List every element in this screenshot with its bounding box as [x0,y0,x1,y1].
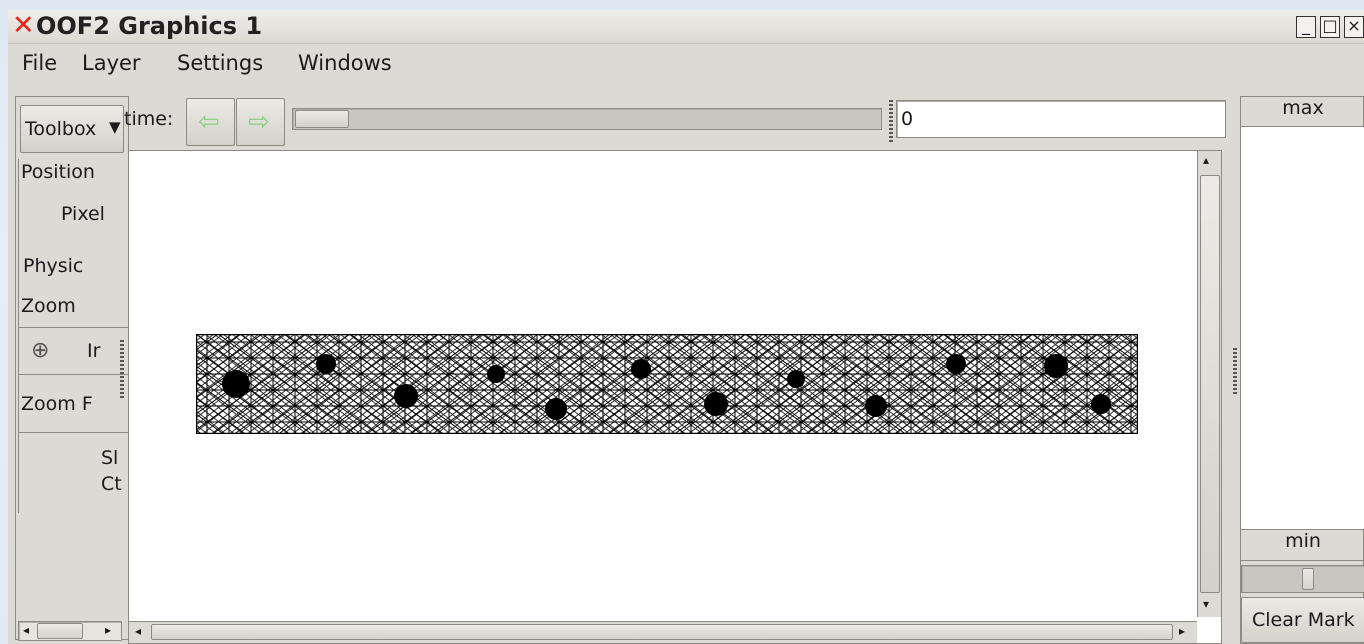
dense-region [316,354,336,374]
canvas-vscrollbar[interactable]: ▴ ▾ [1197,151,1221,617]
time-slider-thumb[interactable] [295,110,349,128]
scroll-up-icon[interactable]: ▴ [1203,153,1209,167]
zoom-group-label: Zoom [21,295,76,317]
mesh-fine [196,334,1138,434]
ctrl-label: Ct [101,473,122,495]
contour-max-label: max [1282,97,1324,119]
dense-region [1091,394,1111,414]
graphics-canvas[interactable]: ▴ ▾ ◂ ▸ [128,150,1222,644]
dense-region [631,359,651,379]
menu-bar: File Layer Settings Windows [8,45,1364,85]
mesh-plot [196,334,1138,434]
time-value-field[interactable]: 0 [896,100,1226,138]
position-group: Position Pixel Physic [18,159,128,299]
app-close-x-icon: ✕ [12,10,35,41]
shift-label: Sl [101,447,119,469]
dense-region [222,370,250,398]
contour-colorbar [1241,127,1364,529]
contour-min-label: min [1285,530,1321,552]
contour-slider-thumb[interactable] [1302,568,1314,590]
time-back-button[interactable]: ⇦ [186,98,235,146]
zoom-group: Zoom ⊕ Ir Zoom F Sl Ct [18,293,129,513]
title-bar[interactable]: ✕ OOF2 Graphics 1 _ □ × [8,10,1364,44]
scroll-left-icon[interactable]: ◂ [135,624,141,638]
menu-file[interactable]: File [22,51,57,75]
toolbox-selector[interactable]: Toolbox ▼ [20,105,124,153]
toolbox-pane: Toolbox ▼ Position Pixel Physic Zoom ⊕ I… [15,96,129,641]
contour-max: max [1241,97,1364,127]
zoom-in-icon: ⊕ [31,338,50,363]
time-label: time: [124,108,174,130]
forward-arrow-icon: ⇨ [248,107,270,137]
dense-region [787,370,805,388]
contour-min: min [1241,529,1364,561]
back-arrow-icon: ⇦ [198,107,220,137]
time-forward-button[interactable]: ⇨ [236,98,285,146]
time-value: 0 [901,108,914,130]
right-pane-grip[interactable] [1233,348,1237,396]
position-group-label: Position [21,161,95,183]
physical-label: Physic [23,255,84,277]
zoom-factor-field[interactable]: Zoom F [19,377,129,433]
close-button[interactable]: × [1344,16,1364,38]
menu-windows[interactable]: Windows [298,51,392,75]
window-title: OOF2 Graphics 1 [36,12,263,40]
time-slider[interactable] [292,108,882,130]
minimize-icon: _ [1302,16,1310,35]
dense-region [865,395,887,417]
close-icon: × [1347,16,1361,35]
toolbox-hscroll-thumb[interactable] [37,623,83,639]
maximize-icon: □ [1322,16,1338,35]
dense-region [545,398,567,420]
contour-slider[interactable] [1241,565,1364,593]
canvas-vscroll-thumb[interactable] [1200,175,1220,593]
maximize-button[interactable]: □ [1320,16,1340,38]
scroll-right-icon[interactable]: ▸ [1179,624,1185,638]
zoom-in-button[interactable]: ⊕ Ir [19,327,129,375]
toolbox-hscrollbar[interactable]: ◂ ▸ [18,621,122,641]
dense-region [946,354,966,374]
contour-pane: max min Clear Mark [1240,96,1364,644]
scroll-left-icon[interactable]: ◂ [23,623,29,637]
minimize-button[interactable]: _ [1296,16,1316,38]
clear-marks-button[interactable]: Clear Mark [1241,597,1364,643]
scroll-down-icon[interactable]: ▾ [1203,597,1209,611]
scroll-right-icon[interactable]: ▸ [105,623,111,637]
pixel-label: Pixel [61,203,105,225]
clear-marks-label: Clear Mark [1252,609,1355,631]
canvas-hscroll-thumb[interactable] [151,624,1173,640]
menu-settings[interactable]: Settings [177,51,263,75]
toolbox-selector-label: Toolbox [25,118,97,140]
dense-region [394,384,418,408]
dense-region [704,392,728,416]
zoom-factor-label: Zoom F [21,393,93,415]
zoom-in-label: Ir [87,340,101,362]
menu-layer[interactable]: Layer [82,51,141,75]
left-pane-grip[interactable] [120,340,124,400]
dropdown-arrow-icon: ▼ [109,118,121,136]
dense-region [1044,354,1068,378]
canvas-hscrollbar[interactable]: ◂ ▸ [129,621,1197,643]
dense-region [487,365,505,383]
graphics-window: ✕ OOF2 Graphics 1 _ □ × File Layer Setti… [8,10,1364,644]
time-grip[interactable] [889,100,893,142]
